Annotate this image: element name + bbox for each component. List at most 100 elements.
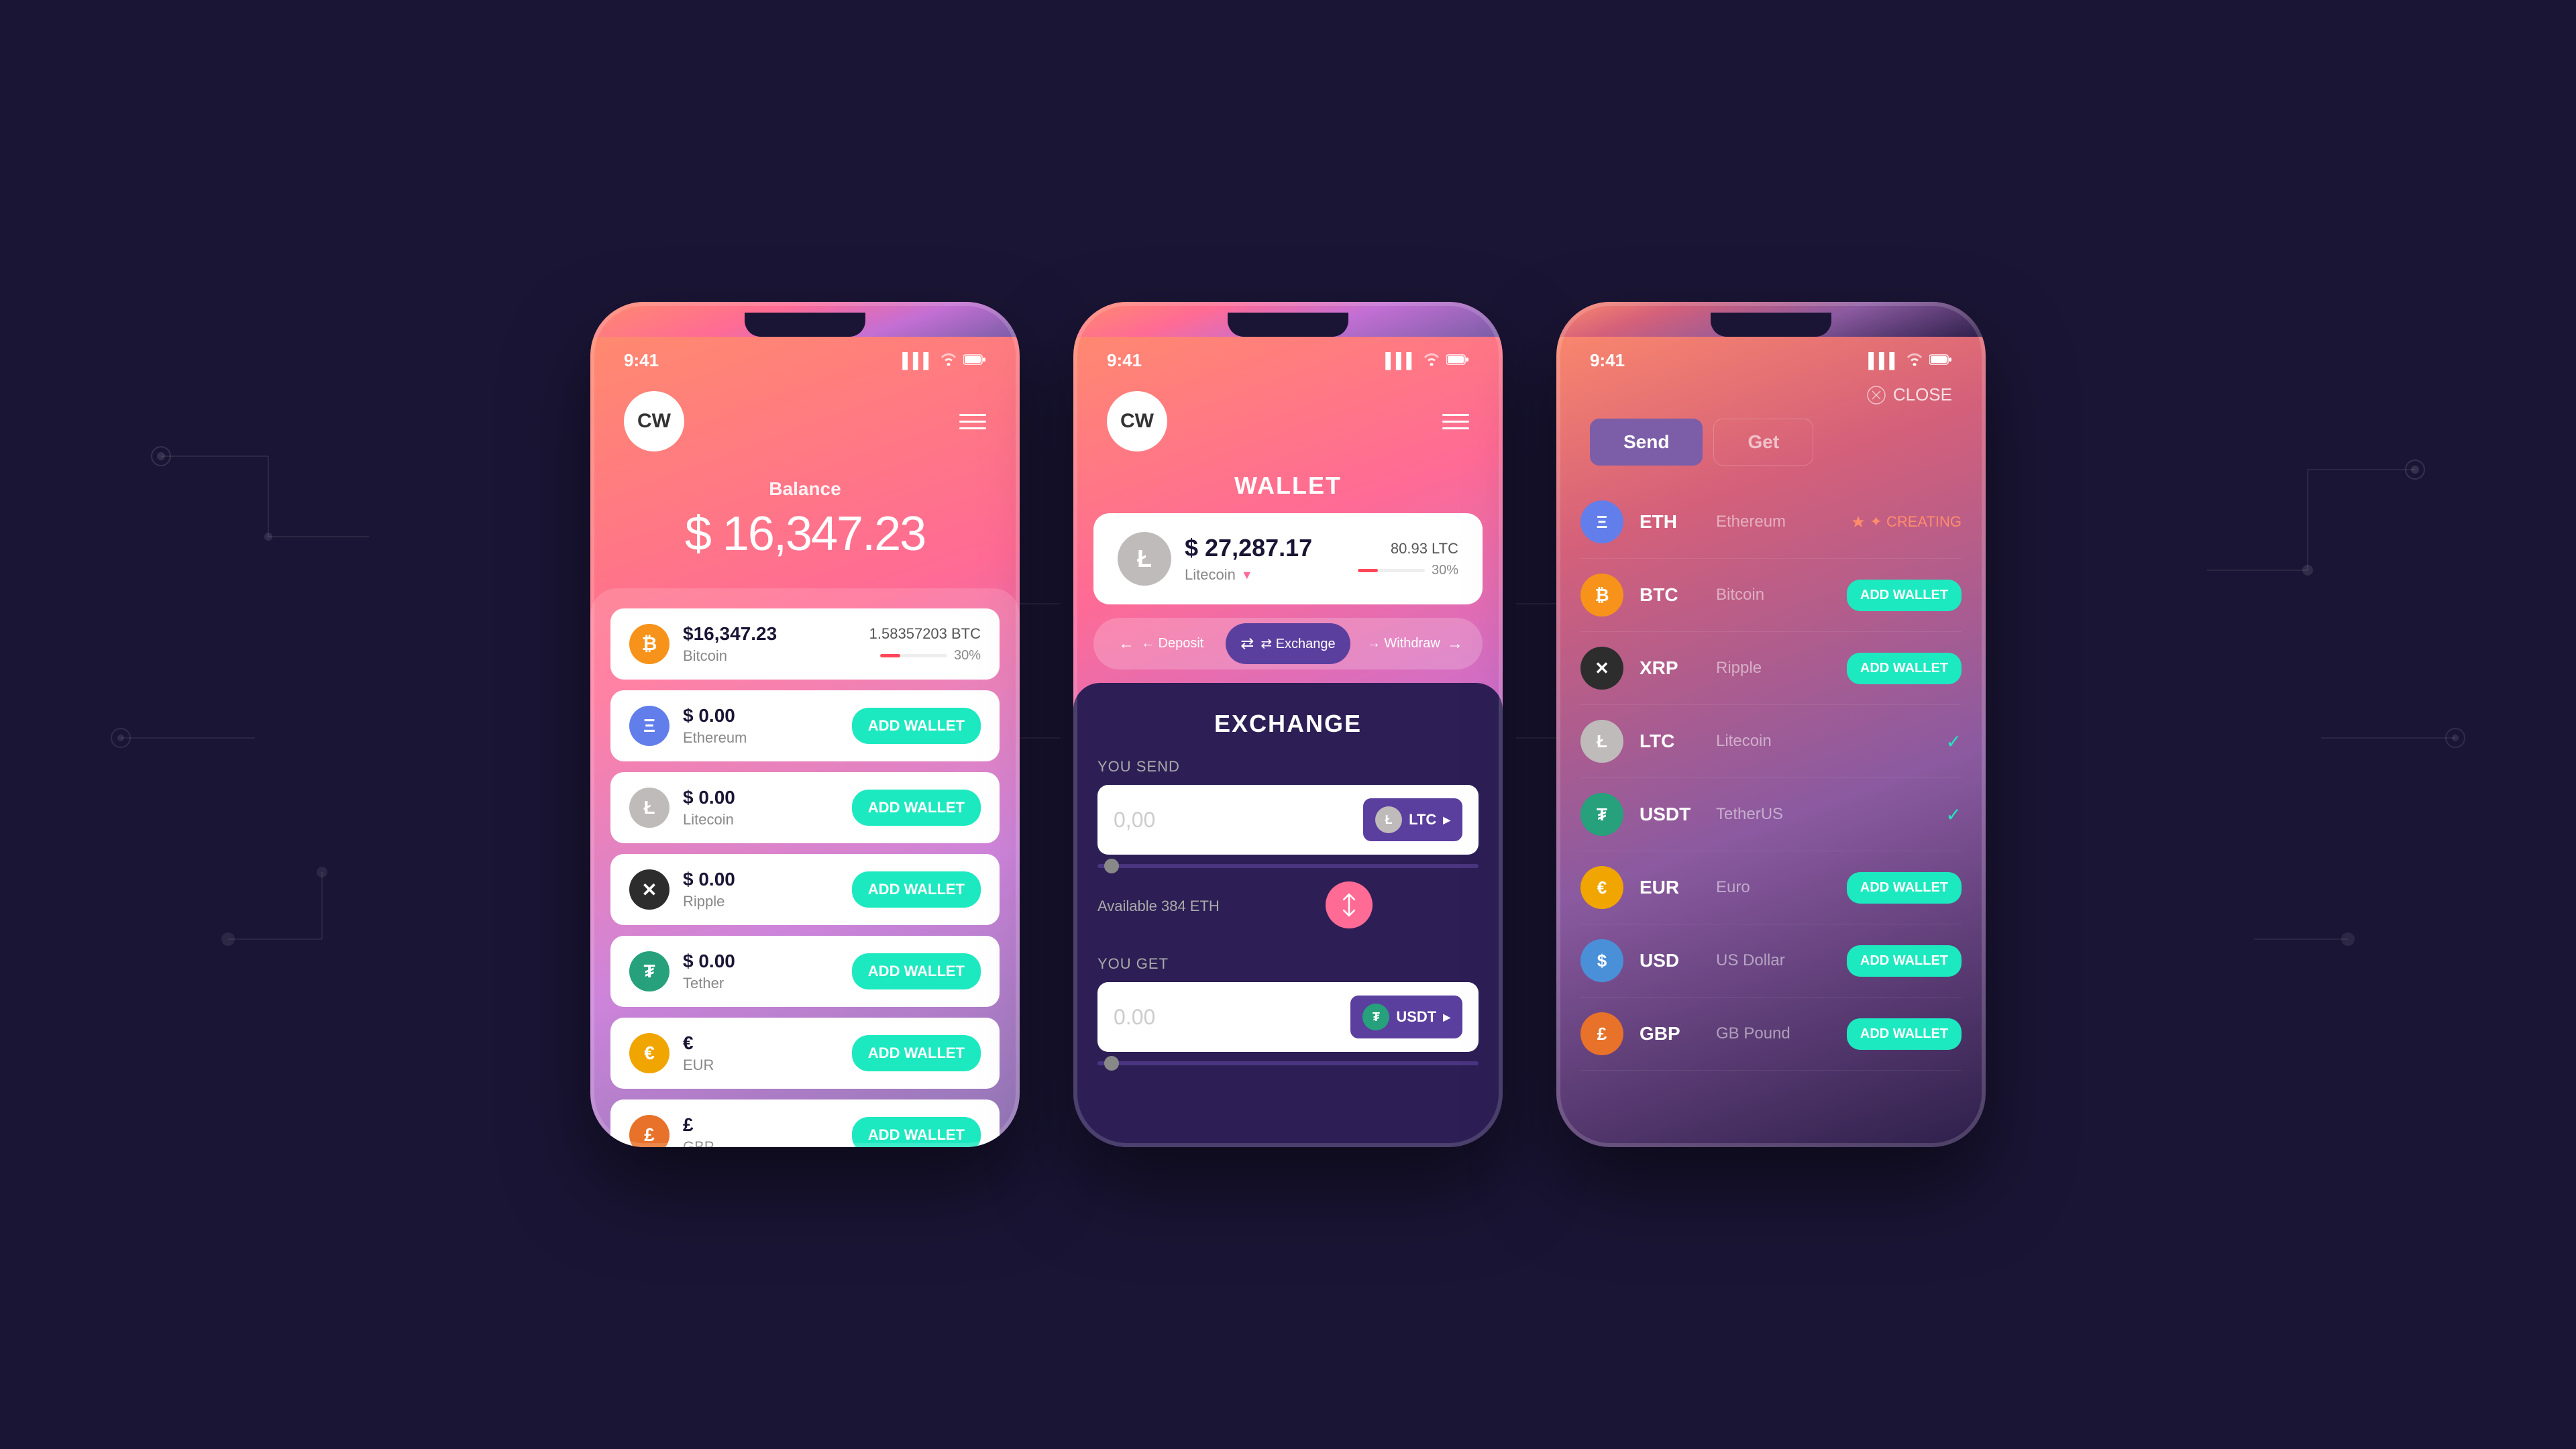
usdt-check-icon: ✓ [1946, 804, 1962, 826]
ltc-pill-icon: Ł [1375, 806, 1402, 833]
btc-list-icon: ₿ [1580, 574, 1623, 616]
phone-2-header: CW [1073, 378, 1503, 472]
send-tab[interactable]: Send [1590, 419, 1703, 466]
battery-icon [963, 352, 986, 370]
battery-icon-2 [1446, 352, 1469, 370]
eur-name: EUR [683, 1057, 839, 1074]
add-xrp-button[interactable]: ADD WALLET [852, 871, 981, 908]
btc-right: 1.58357203 BTC 30% [869, 625, 981, 663]
usd-add-wallet-btn[interactable]: ADD WALLET [1847, 945, 1962, 977]
you-send-input-row[interactable]: 0,00 Ł LTC ▶ [1097, 785, 1479, 855]
exchange-tab[interactable]: ⇄ ⇄ Exchange [1226, 623, 1350, 664]
list-item-eth[interactable]: Ξ ETH Ethereum ✦ CREATING [1580, 486, 1962, 559]
you-send-value: 0,00 [1114, 808, 1155, 833]
usdt-fullname: TetherUS [1716, 805, 1930, 824]
wallet-item-xrp[interactable]: ✕ $ 0.00 Ripple ADD WALLET [610, 854, 1000, 925]
status-bar-2: 9:41 ▌▌▌ [1073, 337, 1503, 378]
wallet-item-gbp[interactable]: £ £ GBP ADD WALLET [610, 1099, 1000, 1147]
ltc-amount-right: 80.93 LTC [1358, 540, 1458, 557]
ltc-icon: Ł [629, 788, 669, 828]
btc-fullname: Bitcoin [1716, 586, 1831, 604]
swap-button[interactable] [1326, 881, 1373, 928]
you-send-coin-pill[interactable]: Ł LTC ▶ [1363, 798, 1462, 841]
list-item-usd[interactable]: $ USD US Dollar ADD WALLET [1580, 924, 1962, 998]
notch-2 [1228, 313, 1348, 337]
you-send-slider[interactable] [1097, 864, 1479, 868]
tether-icon: ₮ [629, 951, 669, 991]
tether-amount: $ 0.00 [683, 951, 839, 972]
phone-exchange: 9:41 ▌▌▌ [1073, 302, 1503, 1147]
add-gbp-button[interactable]: ADD WALLET [852, 1117, 981, 1147]
eur-add-wallet-btn[interactable]: ADD WALLET [1847, 872, 1962, 904]
xrp-ticker: XRP [1640, 657, 1700, 679]
litecoin-name-row: Litecoin ▼ [1185, 566, 1344, 584]
ltc-dropdown-icon: ▶ [1443, 814, 1450, 826]
ltc-fullname: Litecoin [1716, 732, 1930, 751]
status-icons-1: ▌▌▌ [902, 352, 986, 370]
list-item-usdt[interactable]: ₮ USDT TetherUS ✓ [1580, 778, 1962, 851]
you-get-input-row[interactable]: 0.00 ₮ USDT ▶ [1097, 982, 1479, 1052]
list-item-xrp[interactable]: ✕ XRP Ripple ADD WALLET [1580, 632, 1962, 705]
phone-balance: 9:41 ▌▌▌ [590, 302, 1020, 1147]
send-get-tabs: Send Get [1556, 419, 1986, 486]
list-item-eur[interactable]: € EUR Euro ADD WALLET [1580, 851, 1962, 924]
menu-button-1[interactable] [959, 414, 986, 429]
wifi-icon-2 [1422, 352, 1441, 370]
list-item-ltc[interactable]: Ł LTC Litecoin ✓ [1580, 705, 1962, 778]
gbp-icon: £ [629, 1115, 669, 1147]
battery-icon-3 [1929, 352, 1952, 370]
logo-1: CW [624, 391, 684, 451]
wallet-item-btc[interactable]: ₿ $16,347.23 Bitcoin 1.58357203 BTC 30% [610, 608, 1000, 680]
ltc-ticker: LTC [1640, 731, 1700, 752]
usd-fullname: US Dollar [1716, 951, 1831, 970]
list-item-gbp[interactable]: £ GBP GB Pound ADD WALLET [1580, 998, 1962, 1071]
you-get-slider[interactable] [1097, 1061, 1479, 1065]
list-item-btc[interactable]: ₿ BTC Bitcoin ADD WALLET [1580, 559, 1962, 632]
gbp-fullname: GB Pound [1716, 1024, 1831, 1043]
add-eur-button[interactable]: ADD WALLET [852, 1035, 981, 1071]
litecoin-card-info: $ 27,287.17 Litecoin ▼ [1185, 534, 1344, 584]
deposit-arrow-icon: ← [1118, 635, 1134, 653]
xrp-add-wallet-btn[interactable]: ADD WALLET [1847, 653, 1962, 684]
btc-ticker: BTC [1640, 584, 1700, 606]
close-button[interactable]: CLOSE [1556, 378, 1986, 419]
signal-icon-2: ▌▌▌ [1385, 352, 1417, 370]
btc-info: $16,347.23 Bitcoin [683, 623, 856, 665]
litecoin-card-amount: $ 27,287.17 [1185, 534, 1344, 562]
btc-add-wallet-btn[interactable]: ADD WALLET [1847, 580, 1962, 611]
deposit-tab[interactable]: ← ← Deposit [1099, 623, 1223, 664]
you-get-coin-pill[interactable]: ₮ USDT ▶ [1350, 996, 1462, 1038]
usdt-list-icon: ₮ [1580, 793, 1623, 836]
xrp-name: Ripple [683, 893, 839, 910]
add-tether-button[interactable]: ADD WALLET [852, 953, 981, 989]
wallet-item-eth[interactable]: Ξ $ 0.00 Ethereum ADD WALLET [610, 690, 1000, 761]
available-text: Available 384 ETH [1097, 898, 1220, 915]
tether-name: Tether [683, 975, 839, 992]
litecoin-card-right: 80.93 LTC 30% [1358, 540, 1458, 578]
btc-amount: $16,347.23 [683, 623, 856, 645]
you-send-coin: LTC [1409, 811, 1436, 828]
gbp-amount: £ [683, 1114, 839, 1136]
eth-icon: Ξ [629, 706, 669, 746]
litecoin-dropdown-icon: ▼ [1241, 568, 1253, 582]
add-ltc-button[interactable]: ADD WALLET [852, 790, 981, 826]
get-tab[interactable]: Get [1713, 419, 1813, 466]
xrp-fullname: Ripple [1716, 659, 1831, 678]
status-icons-2: ▌▌▌ [1385, 352, 1469, 370]
add-eth-button[interactable]: ADD WALLET [852, 708, 981, 744]
eth-info: $ 0.00 Ethereum [683, 705, 839, 747]
wallet-item-tether[interactable]: ₮ $ 0.00 Tether ADD WALLET [610, 936, 1000, 1007]
wallet-item-ltc[interactable]: Ł $ 0.00 Litecoin ADD WALLET [610, 772, 1000, 843]
gbp-ticker: GBP [1640, 1023, 1700, 1044]
ltc-check-icon: ✓ [1946, 731, 1962, 753]
status-bar-1: 9:41 ▌▌▌ [590, 337, 1020, 378]
withdraw-tab[interactable]: → Withdraw → [1353, 623, 1477, 664]
ltc-progress-bar: 30% [1358, 563, 1458, 578]
usdt-ticker: USDT [1640, 804, 1700, 825]
you-get-value: 0.00 [1114, 1005, 1155, 1030]
gbp-add-wallet-btn[interactable]: ADD WALLET [1847, 1018, 1962, 1050]
menu-button-2[interactable] [1442, 414, 1469, 429]
eur-icon: € [629, 1033, 669, 1073]
litecoin-card[interactable]: Ł $ 27,287.17 Litecoin ▼ 80.93 LTC 30% [1093, 513, 1483, 604]
wallet-item-eur[interactable]: € € EUR ADD WALLET [610, 1018, 1000, 1089]
